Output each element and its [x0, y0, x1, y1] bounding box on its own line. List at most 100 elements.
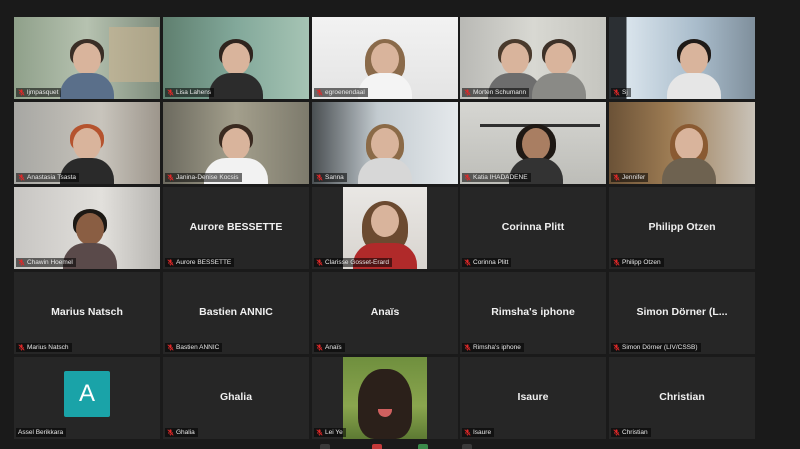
participant-name: ljmpasquet [27, 89, 59, 96]
muted-mic-icon [167, 259, 174, 266]
participant-label: Philipp Otzen [611, 258, 664, 267]
muted-mic-icon [18, 174, 25, 181]
participant-label: Chawin Hoemel [16, 258, 76, 267]
video-tile-p8[interactable]: Sanna [312, 102, 458, 184]
name-tile-p16[interactable]: Marius Natsch Marius Natsch [14, 272, 160, 354]
participant-video [358, 120, 412, 184]
participant-label: Bastien ANNIC [165, 343, 223, 352]
muted-mic-icon [464, 89, 471, 96]
participant-label: Sanna [314, 173, 347, 182]
video-tile-p13[interactable]: Clarisse Gosset-Erard [312, 187, 458, 269]
participant-name: Ghalia [176, 429, 195, 436]
participant-display-name: Ghalia [219, 390, 253, 403]
muted-mic-icon [167, 89, 174, 96]
video-tile-p11[interactable]: Chawin Hoemel [14, 187, 160, 269]
participant-name: Marius Natsch [27, 344, 69, 351]
participant-name: Aurore BESSETTE [176, 259, 232, 266]
video-tile-p5[interactable]: Sj [609, 17, 755, 99]
participant-name: Jennifer [622, 174, 646, 181]
video-tile-p6[interactable]: Anastasia Tsasta [14, 102, 160, 184]
participant-label: Anaïs [314, 343, 345, 352]
participant-video-2 [532, 35, 587, 99]
muted-mic-icon [316, 89, 323, 96]
participant-label: Simon Dörner (LIV/CSSB) [611, 343, 701, 352]
name-tile-p20[interactable]: Simon Dörner (L... Simon Dörner (LIV/CSS… [609, 272, 755, 354]
name-tile-p14[interactable]: Corinna Plitt Corinna Plitt [460, 187, 606, 269]
participant-label: Anastasia Tsasta [16, 173, 80, 182]
participant-label: ljmpasquet [16, 88, 62, 97]
participant-display-name: Rimsha's iphone [491, 305, 575, 318]
participant-name: Lisa Lahens [176, 89, 212, 96]
muted-mic-icon [613, 174, 620, 181]
avatar-tile-p21[interactable]: A Assel Berikkara [14, 357, 160, 439]
muted-mic-icon [167, 344, 174, 351]
muted-mic-icon [18, 89, 25, 96]
toolbar-peek [300, 444, 500, 449]
participant-grid: ljmpasquet Lisa Lahens egroenendaal Mort… [0, 0, 800, 449]
participant-display-name: Philipp Otzen [648, 220, 716, 233]
muted-mic-icon [167, 429, 174, 436]
participant-name: Sj [622, 89, 628, 96]
participant-name: Anastasia Tsasta [27, 174, 77, 181]
toolbar-button-edge[interactable] [418, 444, 428, 449]
dog-image [358, 369, 412, 439]
muted-mic-icon [613, 89, 620, 96]
muted-mic-icon [464, 344, 471, 351]
toolbar-button-edge[interactable] [372, 444, 382, 449]
video-tile-p7[interactable]: Janina-Denise Kocsis [163, 102, 309, 184]
name-tile-p22[interactable]: Ghalia Ghalia [163, 357, 309, 439]
name-tile-p12[interactable]: Aurore BESSETTE Aurore BESSETTE [163, 187, 309, 269]
participant-video [662, 120, 717, 184]
muted-mic-icon [18, 344, 25, 351]
participant-display-name: Simon Dörner (L... [636, 305, 728, 318]
participant-name: Lei Ye [325, 429, 343, 436]
participant-display-name: Anaïs [370, 305, 400, 318]
participant-name: Corinna Plitt [473, 259, 509, 266]
muted-mic-icon [316, 429, 323, 436]
participant-video [209, 35, 263, 99]
participant-label: Isaure [462, 428, 495, 437]
video-tile-p23[interactable]: Lei Ye [312, 357, 458, 439]
name-tile-p24[interactable]: Isaure Isaure [460, 357, 606, 439]
background-shelf [109, 27, 159, 82]
participant-label: Janina-Denise Kocsis [165, 173, 242, 182]
participant-label: Lisa Lahens [165, 88, 215, 97]
name-tile-p25[interactable]: Christian Christian [609, 357, 755, 439]
participant-name: Anaïs [325, 344, 342, 351]
participant-name: Philipp Otzen [622, 259, 661, 266]
avatar: A [64, 371, 110, 417]
video-tile-p4[interactable]: Morten Schumann [460, 17, 606, 99]
video-tile-p3[interactable]: egroenendaal [312, 17, 458, 99]
participant-label: Lei Ye [314, 428, 346, 437]
video-feed [343, 357, 427, 439]
participant-name: Morten Schumann [473, 89, 527, 96]
muted-mic-icon [464, 429, 471, 436]
video-tile-p10[interactable]: Jennifer [609, 102, 755, 184]
participant-label: Marius Natsch [16, 343, 72, 352]
name-tile-p17[interactable]: Bastien ANNIC Bastien ANNIC [163, 272, 309, 354]
participant-display-name: Aurore BESSETTE [189, 220, 283, 233]
muted-mic-icon [167, 174, 174, 181]
participant-display-name: Corinna Plitt [501, 220, 565, 233]
participant-label: Corinna Plitt [462, 258, 512, 267]
participant-label: Sj [611, 88, 631, 97]
muted-mic-icon [464, 259, 471, 266]
participant-label: Christian [611, 428, 651, 437]
participant-display-name: Marius Natsch [51, 305, 123, 318]
video-tile-p9[interactable]: Katia IHADADENE [460, 102, 606, 184]
name-tile-p15[interactable]: Philipp Otzen Philipp Otzen [609, 187, 755, 269]
name-tile-p18[interactable]: Anaïs Anaïs [312, 272, 458, 354]
toolbar-button-edge[interactable] [462, 444, 472, 449]
video-tile-p2[interactable]: Lisa Lahens [163, 17, 309, 99]
toolbar-button-edge[interactable] [320, 444, 330, 449]
muted-mic-icon [316, 174, 323, 181]
participant-name: Chawin Hoemel [27, 259, 73, 266]
name-tile-p19[interactable]: Rimsha's iphone Rimsha's iphone [460, 272, 606, 354]
video-feed [343, 187, 427, 269]
participant-name: Assel Berikkara [18, 429, 64, 436]
participant-label: Jennifer [611, 173, 649, 182]
video-tile-p1[interactable]: ljmpasquet [14, 17, 160, 99]
participant-display-name: Bastien ANNIC [199, 305, 273, 318]
participant-label: Clarisse Gosset-Erard [314, 258, 392, 267]
participant-name: Katia IHADADENE [473, 174, 528, 181]
